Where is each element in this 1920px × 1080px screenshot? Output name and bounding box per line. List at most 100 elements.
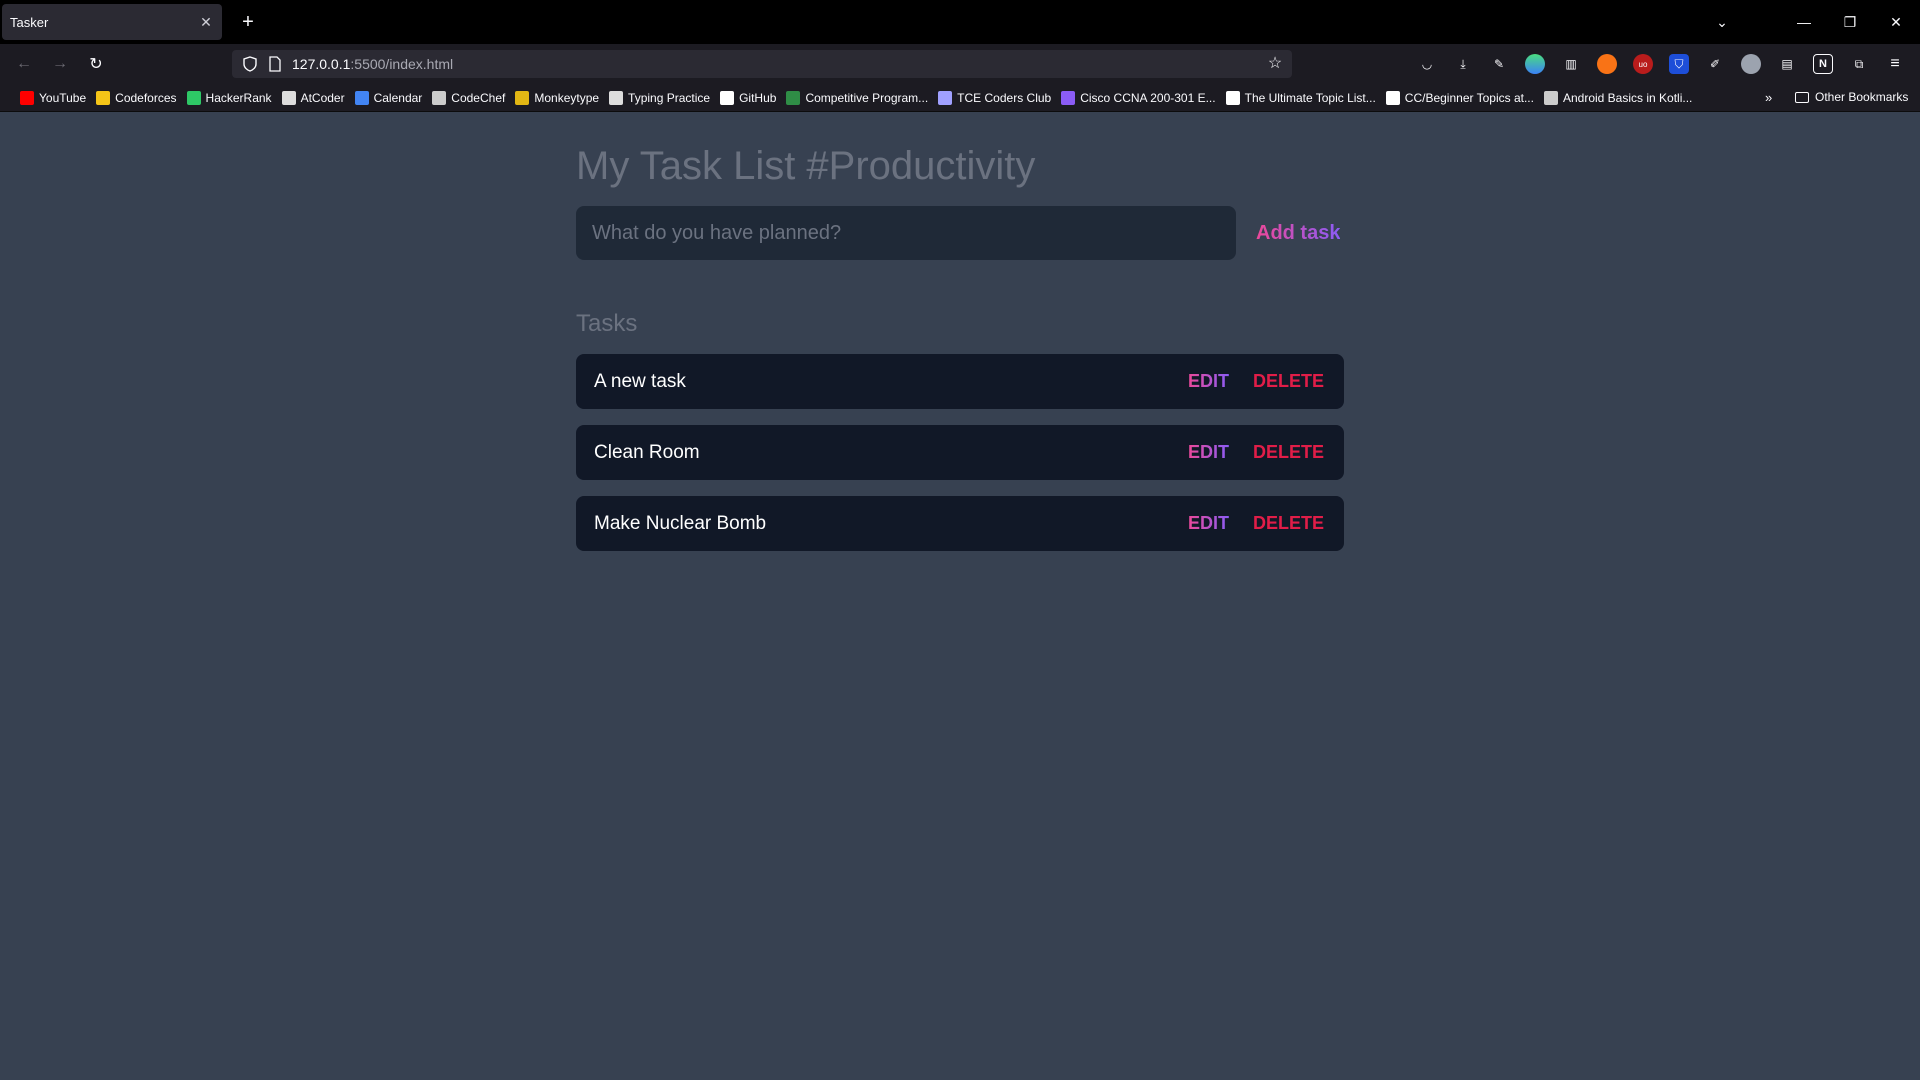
bookmark-favicon-icon — [281, 90, 296, 105]
new-tab-icon[interactable]: + — [236, 10, 260, 34]
bookmark-label: The Ultimate Topic List... — [1244, 90, 1376, 105]
bookmark-label: Competitive Program... — [805, 90, 929, 105]
list-all-tabs-icon[interactable]: ⌄ — [1710, 10, 1734, 34]
add-task-button[interactable]: Add task — [1256, 222, 1340, 245]
close-window-icon[interactable]: ✕ — [1878, 0, 1914, 44]
extensions-puzzle-icon[interactable]: ⧉ — [1849, 54, 1869, 74]
new-task-input[interactable] — [576, 206, 1236, 260]
bookmark-item[interactable]: CC/Beginner Topics at... — [1385, 90, 1534, 105]
bookmark-favicon-icon — [1543, 90, 1558, 105]
bookmark-favicon-icon — [786, 90, 801, 105]
sidebar-icon[interactable]: ▤ — [1777, 54, 1797, 74]
bookmark-favicon-icon — [609, 90, 624, 105]
delete-task-button[interactable]: Delete — [1253, 371, 1324, 392]
bitwarden-icon[interactable]: ⛉ — [1669, 54, 1689, 74]
back-icon[interactable]: ← — [12, 52, 36, 76]
page-title: My Task List #Productivity — [576, 144, 1036, 188]
bookmark-label: Codeforces — [115, 90, 177, 105]
page-content: My Task List #Productivity Add task Task… — [0, 112, 1920, 1080]
bookmark-favicon-icon — [1225, 90, 1240, 105]
extension-globe-icon[interactable] — [1525, 54, 1545, 74]
extension-icon[interactable]: ✐ — [1705, 54, 1725, 74]
bookmark-label: HackerRank — [205, 90, 272, 105]
more-bookmarks-icon[interactable]: » — [1765, 90, 1772, 105]
minimize-icon[interactable]: — — [1786, 0, 1822, 44]
bookmark-item[interactable]: Competitive Program... — [786, 90, 929, 105]
tab-title: Tasker — [10, 14, 49, 30]
tasks-heading: Tasks — [576, 310, 638, 337]
bookmark-item[interactable]: The Ultimate Topic List... — [1225, 90, 1376, 105]
menu-icon[interactable]: ≡ — [1885, 54, 1905, 74]
bookmark-favicon-icon — [1385, 90, 1400, 105]
edit-task-button[interactable]: Edit — [1188, 371, 1229, 392]
bookmark-label: Android Basics in Kotli... — [1562, 90, 1693, 105]
bookmark-favicon-icon — [1061, 90, 1076, 105]
shield-icon[interactable] — [242, 56, 258, 72]
bookmark-item[interactable]: TCE Coders Club — [938, 90, 1052, 105]
bookmark-label: CodeChef — [451, 90, 506, 105]
bookmark-label: Monkeytype — [534, 90, 600, 105]
bookmark-favicon-icon — [96, 90, 111, 105]
close-tab-icon[interactable]: ✕ — [198, 14, 214, 31]
bookmark-item[interactable]: CodeChef — [432, 90, 506, 105]
bookmark-item[interactable]: AtCoder — [281, 90, 345, 105]
bookmark-item[interactable]: Cisco CCNA 200-301 E... — [1061, 90, 1216, 105]
bookmark-favicon-icon — [938, 90, 953, 105]
other-bookmarks[interactable]: Other Bookmarks — [1795, 90, 1908, 104]
url-path: :5500/index.html — [350, 56, 454, 72]
bookmark-label: GitHub — [739, 90, 777, 105]
address-bar[interactable]: 127.0.0.1:5500/index.html ☆ — [232, 50, 1292, 78]
account-icon[interactable] — [1741, 54, 1761, 74]
edit-task-button[interactable]: Edit — [1188, 442, 1229, 463]
task-row: Make Nuclear Bomb Edit Delete — [576, 496, 1344, 551]
navigation-toolbar: ← → ↻ 127.0.0.1:5500/index.html ☆ ◡ ⤓ ✎ … — [0, 44, 1920, 84]
folder-icon — [1795, 91, 1809, 103]
new-task-form: Add task — [576, 206, 1344, 260]
bookmark-label: Calendar — [373, 90, 423, 105]
edit-task-button[interactable]: Edit — [1188, 513, 1229, 534]
bookmark-item[interactable]: Calendar — [354, 90, 423, 105]
ublock-icon[interactable]: uo — [1633, 54, 1653, 74]
bookmark-item[interactable]: Monkeytype — [515, 90, 600, 105]
bookmark-label: TCE Coders Club — [957, 90, 1052, 105]
bookmark-item[interactable]: Codeforces — [96, 90, 177, 105]
bookmark-item[interactable]: GitHub — [720, 90, 777, 105]
page-icon[interactable] — [268, 56, 282, 72]
task-list: A new task Edit Delete Clean Room Edit Delete… — [576, 354, 1344, 551]
bookmark-favicon-icon — [354, 90, 369, 105]
duckduckgo-icon[interactable] — [1597, 54, 1617, 74]
bookmark-favicon-icon — [432, 90, 447, 105]
bookmark-favicon-icon — [186, 90, 201, 105]
wrench-icon[interactable]: ✎ — [1489, 54, 1509, 74]
task-row: Clean Room Edit Delete — [576, 425, 1344, 480]
notion-icon[interactable]: N — [1813, 54, 1833, 74]
bookmark-label: Cisco CCNA 200-301 E... — [1080, 90, 1216, 105]
task-text: Make Nuclear Bomb — [594, 512, 767, 534]
task-app: My Task List #Productivity Add task Task… — [576, 142, 1344, 567]
forward-icon[interactable]: → — [48, 52, 72, 76]
bookmark-item[interactable]: Typing Practice — [609, 90, 711, 105]
other-bookmarks-label: Other Bookmarks — [1815, 90, 1909, 104]
downloads-icon[interactable]: ⤓ — [1453, 54, 1473, 74]
library-icon[interactable]: ▥ — [1561, 54, 1581, 74]
bookmark-star-icon[interactable]: ☆ — [1266, 55, 1284, 73]
task-row: A new task Edit Delete — [576, 354, 1344, 409]
bookmark-label: CC/Beginner Topics at... — [1404, 90, 1534, 105]
pocket-icon[interactable]: ◡ — [1417, 54, 1437, 74]
restore-icon[interactable]: ❐ — [1832, 0, 1868, 44]
bookmark-item[interactable]: YouTube — [20, 90, 87, 105]
bookmark-favicon-icon — [515, 90, 530, 105]
bookmark-label: AtCoder — [300, 90, 345, 105]
delete-task-button[interactable]: Delete — [1253, 442, 1324, 463]
tab-strip: Tasker ✕ + ⌄ — ❐ ✕ — [0, 0, 1920, 44]
delete-task-button[interactable]: Delete — [1253, 513, 1324, 534]
task-text: Clean Room — [594, 441, 700, 463]
browser-tab[interactable]: Tasker ✕ — [2, 4, 222, 40]
bookmark-item[interactable]: HackerRank — [186, 90, 272, 105]
reload-icon[interactable]: ↻ — [84, 52, 108, 76]
bookmark-favicon-icon — [20, 90, 34, 105]
bookmarks-toolbar: YouTube Codeforces HackerRank AtCoder Calend… — [0, 84, 1920, 112]
bookmark-label: Typing Practice — [628, 90, 711, 105]
bookmark-label: YouTube — [39, 90, 87, 105]
bookmark-item[interactable]: Android Basics in Kotli... — [1543, 90, 1693, 105]
